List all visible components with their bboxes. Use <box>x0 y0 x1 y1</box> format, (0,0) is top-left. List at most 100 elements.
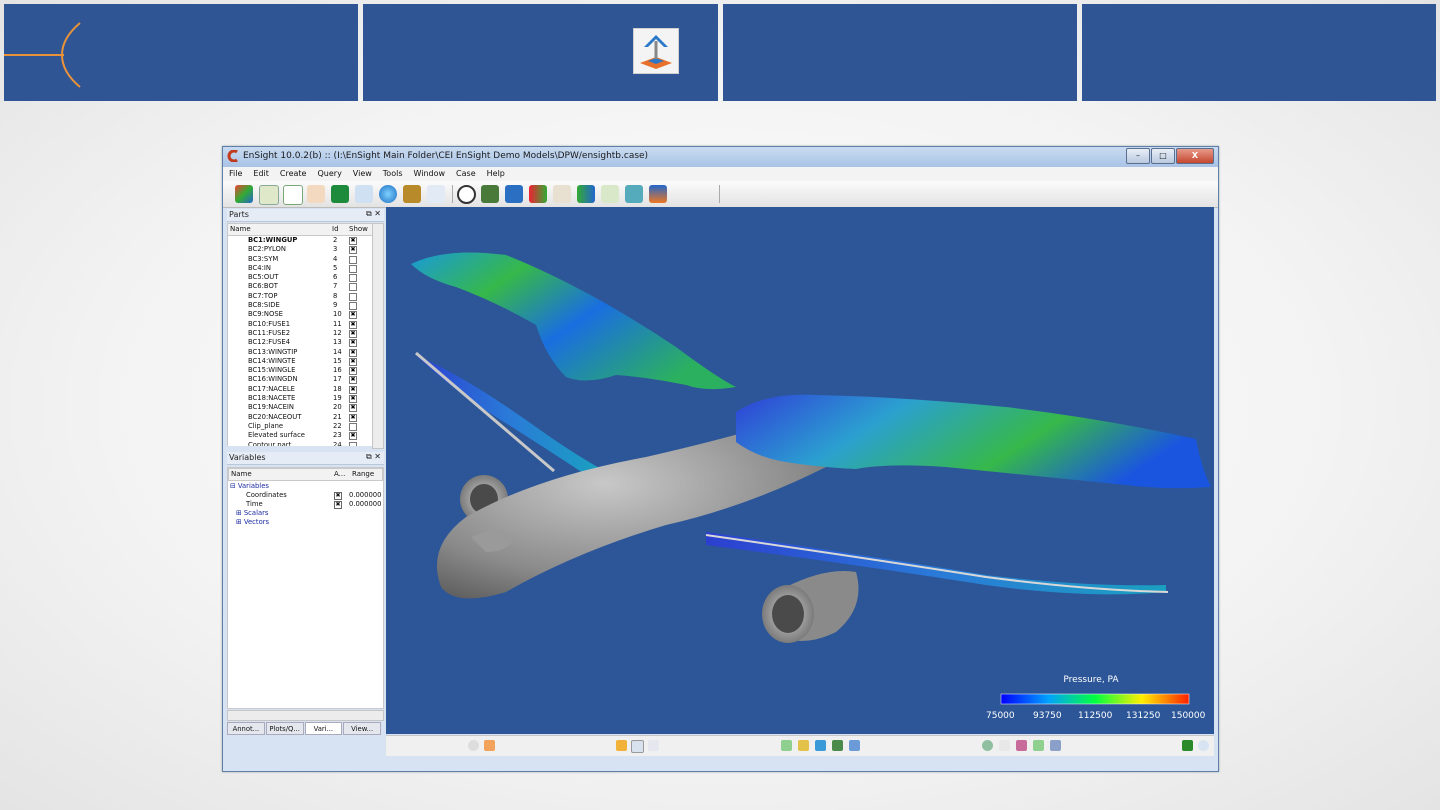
refresh-icon[interactable] <box>1198 740 1209 751</box>
part-row[interactable]: BC8:SIDE 9 <box>228 301 373 311</box>
part-row[interactable]: BC19:NACEIN 20 ✖ <box>228 403 373 413</box>
query-icon[interactable] <box>307 185 325 203</box>
part-row[interactable]: BC1:WINGUP 2 ✖ <box>228 236 373 245</box>
graphics-viewport[interactable]: Pressure, PA 75000 93750 112500 131250 1… <box>386 207 1214 734</box>
part-row[interactable]: BC17:NACELE 18 ✖ <box>228 385 373 394</box>
selection-icon[interactable] <box>468 740 479 751</box>
book-icon[interactable] <box>481 185 499 203</box>
part-show-checkbox[interactable]: ✖ <box>349 329 357 338</box>
parts-scrollbar[interactable] <box>372 223 384 449</box>
zoom-icon[interactable] <box>648 740 659 751</box>
part-row[interactable]: BC4:IN 5 <box>228 264 373 273</box>
variable-time-active[interactable]: ✖ <box>334 500 342 509</box>
menu-window[interactable]: Window <box>408 167 451 181</box>
tab-variables[interactable]: Vari... <box>304 722 343 735</box>
part-show-checkbox[interactable]: ✖ <box>349 367 357 376</box>
clock-icon[interactable] <box>457 185 476 204</box>
variables-h-scrollbar[interactable] <box>227 710 384 721</box>
part-row[interactable]: BC13:WINGTIP 14 ✖ <box>228 348 373 357</box>
vcol-name[interactable]: Name <box>231 470 252 478</box>
variable-time[interactable]: Time <box>246 500 263 508</box>
part-show-checkbox[interactable]: ✖ <box>349 311 357 320</box>
light-icon[interactable] <box>999 740 1010 751</box>
close-button[interactable]: X <box>1176 148 1214 164</box>
part-show-checkbox[interactable] <box>349 283 357 292</box>
annotation-text-icon[interactable] <box>355 185 373 203</box>
part-show-checkbox[interactable] <box>349 274 357 283</box>
variables-root[interactable]: ⊟ Variables <box>230 482 269 490</box>
probe-icon[interactable] <box>1016 740 1027 751</box>
arrow-tool-icon[interactable] <box>815 740 826 751</box>
part-show-checkbox[interactable]: ✖ <box>349 404 357 413</box>
hand-icon[interactable] <box>484 740 495 751</box>
pick-icon[interactable] <box>781 740 792 751</box>
col-show[interactable]: Show <box>349 225 368 233</box>
variable-coordinates-active[interactable]: ✖ <box>334 491 342 500</box>
part-row[interactable]: Elevated surface 23 ✖ <box>228 431 373 441</box>
part-row[interactable]: BC10:FUSE1 11 ✖ <box>228 320 373 329</box>
part-row[interactable]: BC20:NACEOUT 21 ✖ <box>228 413 373 422</box>
parts-icon[interactable] <box>235 185 253 203</box>
part-show-checkbox[interactable]: ✖ <box>349 357 357 366</box>
elevated-surface-icon[interactable] <box>649 185 667 203</box>
col-name[interactable]: Name <box>230 225 251 233</box>
part-show-checkbox[interactable]: ✖ <box>349 348 357 357</box>
scissors-icon[interactable] <box>553 185 571 203</box>
part-show-checkbox[interactable]: ✖ <box>349 395 357 404</box>
part-row[interactable]: BC11:FUSE2 12 ✖ <box>228 329 373 338</box>
tab-plots-queries[interactable]: Plots/Q... <box>265 722 304 735</box>
part-row[interactable]: Clip_plane 22 <box>228 422 373 431</box>
menu-edit[interactable]: Edit <box>247 167 274 181</box>
part-show-checkbox[interactable]: ✖ <box>349 320 357 329</box>
vector-arrows-icon[interactable] <box>577 185 595 203</box>
part-show-checkbox[interactable]: ✖ <box>349 385 357 394</box>
rotate-icon[interactable] <box>982 740 993 751</box>
variable-group-scalars[interactable]: ⊞ Scalars <box>236 509 268 517</box>
menu-create[interactable]: Create <box>274 167 312 181</box>
maximize-button[interactable]: □ <box>1151 148 1175 164</box>
tab-viewports[interactable]: View... <box>343 722 381 735</box>
vcol-range[interactable]: Range <box>352 470 374 478</box>
part-show-checkbox[interactable] <box>349 255 357 264</box>
tools-icon[interactable] <box>849 740 860 751</box>
part-show-checkbox[interactable] <box>349 264 357 273</box>
axis-icon[interactable] <box>1050 740 1061 751</box>
menu-file[interactable]: File <box>223 167 247 181</box>
vcol-active[interactable]: A... <box>334 470 345 478</box>
viewport-single-icon[interactable] <box>616 740 627 751</box>
translate-icon[interactable] <box>832 740 843 751</box>
part-row[interactable]: Contour part 24 <box>228 441 373 446</box>
variable-group-vectors[interactable]: ⊞ Vectors <box>236 518 269 526</box>
menu-view[interactable]: View <box>347 167 377 181</box>
part-show-checkbox[interactable] <box>349 422 357 431</box>
plot-icon[interactable] <box>283 185 303 205</box>
isosurface-icon[interactable] <box>601 185 619 203</box>
col-id[interactable]: Id <box>332 225 339 233</box>
part-row[interactable]: BC14:WINGTE 15 ✖ <box>228 357 373 366</box>
part-row[interactable]: BC15:WINGLE 16 ✖ <box>228 366 373 376</box>
eraser-icon[interactable] <box>427 185 445 203</box>
part-show-checkbox[interactable]: ✖ <box>349 432 357 441</box>
part-row[interactable]: BC9:NOSE 10 ✖ <box>228 310 373 320</box>
panel-float-close-icon[interactable]: ⧉ ✕ <box>366 209 381 219</box>
part-show-checkbox[interactable]: ✖ <box>349 413 357 422</box>
part-row[interactable]: BC6:BOT 7 <box>228 282 373 292</box>
minimize-button[interactable]: – <box>1126 148 1150 164</box>
part-show-checkbox[interactable] <box>349 292 357 301</box>
part-show-checkbox[interactable]: ✖ <box>349 339 357 348</box>
part-row[interactable]: BC7:TOP 8 <box>228 292 373 301</box>
particle-trace-icon[interactable] <box>625 185 643 203</box>
part-row[interactable]: BC3:SYM 4 <box>228 255 373 264</box>
part-row[interactable]: BC16:WINGDN 17 ✖ <box>228 375 373 385</box>
part-show-checkbox[interactable] <box>349 302 357 311</box>
undo-view-icon[interactable] <box>1033 740 1044 751</box>
menu-query[interactable]: Query <box>311 167 346 181</box>
part-row[interactable]: BC12:FUSE4 13 ✖ <box>228 338 373 348</box>
toolbox-icon[interactable] <box>403 185 421 203</box>
palette-icon[interactable] <box>331 185 349 203</box>
part-row[interactable]: BC2:PYLON 3 ✖ <box>228 245 373 255</box>
spreadsheet-icon[interactable] <box>259 185 279 205</box>
command-icon[interactable] <box>1182 740 1193 751</box>
clapperboard-icon[interactable] <box>505 185 523 203</box>
sphere-icon[interactable] <box>379 185 397 203</box>
